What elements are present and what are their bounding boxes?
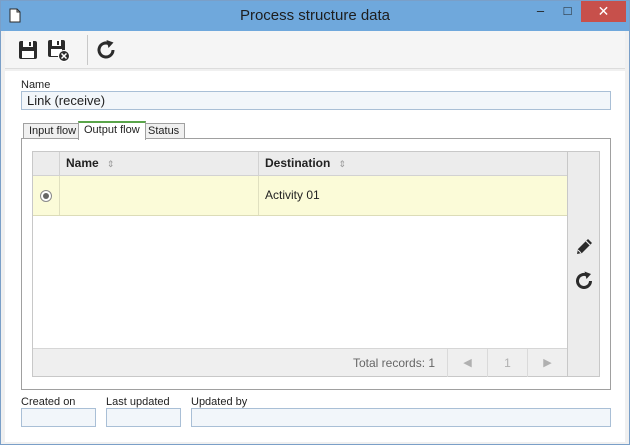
maximize-button[interactable]: □: [554, 1, 581, 22]
updated-by-field: [191, 408, 611, 427]
column-header-name[interactable]: Name ⇕: [59, 152, 258, 176]
minimize-button[interactable]: –: [527, 1, 554, 22]
output-flow-panel: Name ⇕ Destination ⇕ Activity 01 Total rec…: [21, 138, 611, 390]
select-column-header: [33, 152, 59, 176]
grid-header: Name ⇕ Destination ⇕: [33, 152, 567, 176]
tab-output-flow[interactable]: Output flow: [78, 121, 146, 140]
form-content: Name Link (receive) Input flow Output fl…: [5, 71, 625, 442]
name-label: Name: [21, 79, 51, 91]
side-action-bar: [568, 151, 600, 377]
row-radio-button[interactable]: [40, 190, 52, 202]
output-flow-grid: Name ⇕ Destination ⇕ Activity 01 Total rec…: [32, 151, 568, 377]
grid-footer: Total records: 1 ◀ 1 ▶: [33, 348, 567, 377]
total-records: Total records: 1: [353, 356, 436, 370]
save-and-close-icon[interactable]: [45, 37, 71, 63]
edit-icon[interactable]: [573, 236, 595, 258]
refresh-icon[interactable]: [573, 270, 595, 292]
table-row[interactable]: Activity 01: [33, 176, 567, 216]
tab-status[interactable]: Status: [142, 123, 186, 139]
tab-input-flow[interactable]: Input flow: [23, 123, 83, 139]
sort-icon[interactable]: ⇕: [338, 153, 346, 175]
dialog-window: Process structure data – □ ✕ Name Link (…: [0, 0, 630, 445]
toolbar-separator: [87, 35, 88, 65]
toolbar: [5, 31, 625, 69]
page-number: 1: [487, 349, 527, 377]
cell-destination: Activity 01: [258, 176, 567, 215]
created-on-label: Created on: [21, 396, 76, 408]
last-updated-label: Last updated: [106, 396, 170, 408]
column-header-name-label: Name: [66, 156, 99, 170]
column-header-destination[interactable]: Destination ⇕: [258, 152, 567, 176]
previous-page-button[interactable]: ◀: [447, 349, 487, 377]
updated-by-label: Updated by: [191, 396, 248, 408]
column-header-destination-label: Destination: [265, 156, 331, 170]
refresh-icon[interactable]: [93, 37, 119, 63]
title-bar[interactable]: Process structure data – □ ✕: [1, 1, 629, 31]
row-select-cell[interactable]: [33, 176, 59, 215]
created-on-field: [21, 408, 96, 427]
cell-name: [59, 176, 258, 215]
sort-icon[interactable]: ⇕: [107, 153, 115, 175]
last-updated-field: [106, 408, 181, 427]
next-page-button[interactable]: ▶: [527, 349, 567, 377]
name-field[interactable]: Link (receive): [21, 91, 611, 110]
save-icon[interactable]: [15, 37, 41, 63]
close-button[interactable]: ✕: [581, 1, 626, 22]
